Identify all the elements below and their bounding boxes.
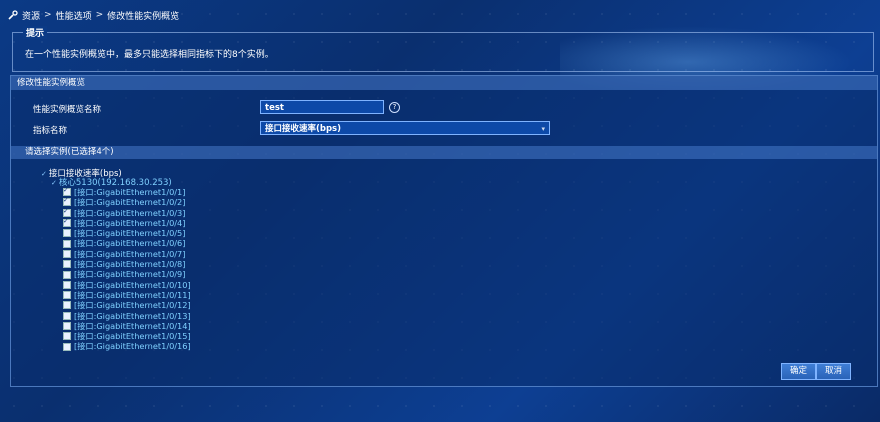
checkbox[interactable] [63, 291, 71, 300]
tip-legend: 提示 [23, 26, 48, 39]
interface-label: [接口:GigabitEthernet1/0/3] [74, 207, 186, 218]
list-item[interactable]: [接口:GigabitEthernet1/0/13] [63, 311, 191, 321]
wrench-icon [8, 10, 18, 20]
list-item[interactable]: [接口:GigabitEthernet1/0/15] [63, 331, 191, 341]
list-item[interactable]: [接口:GigabitEthernet1/0/7] [63, 249, 191, 259]
interface-label: [接口:GigabitEthernet1/0/16] [74, 341, 191, 352]
list-item[interactable]: [接口:GigabitEthernet1/0/14] [63, 321, 191, 331]
interface-label: [接口:GigabitEthernet1/0/6] [74, 238, 186, 249]
list-item[interactable]: [接口:GigabitEthernet1/0/10] [63, 280, 191, 290]
edit-panel: 修改性能实例概览 性能实例概览名称 test ? 指标名称 接口接收速率(bps… [10, 75, 878, 387]
metric-select[interactable]: 接口接收速率(bps) ▾ [260, 121, 550, 135]
breadcrumb-item-current: 修改性能实例概览 [107, 11, 180, 22]
interface-label: [接口:GigabitEthernet1/0/13] [74, 310, 191, 321]
breadcrumb-separator: > [44, 10, 52, 20]
list-item[interactable]: [接口:GigabitEthernet1/0/1] [63, 185, 191, 197]
checkbox[interactable] [63, 342, 71, 351]
name-input[interactable]: test [260, 100, 384, 114]
interface-label: [接口:GigabitEthernet1/0/7] [74, 248, 186, 259]
interface-label: [接口:GigabitEthernet1/0/8] [74, 259, 186, 270]
list-item[interactable]: [接口:GigabitEthernet1/0/9] [63, 269, 191, 279]
breadcrumb-separator: > [95, 10, 104, 20]
checkbox[interactable] [63, 332, 71, 341]
checkbox[interactable] [63, 322, 71, 330]
checkmark-icon: ✓ [51, 179, 57, 187]
list-item[interactable]: [接口:GigabitEthernet1/0/3] [63, 206, 191, 218]
instance-tree[interactable]: ✓接口接收速率(bps) ✓核心5130(192.168.30.253) [接口… [21, 161, 867, 353]
interface-label: [接口:GigabitEthernet1/0/4] [74, 217, 186, 228]
cancel-button[interactable]: 取消 [816, 363, 852, 380]
interface-label: [接口:GigabitEthernet1/0/14] [74, 320, 191, 331]
checkbox[interactable] [63, 270, 71, 279]
list-item[interactable]: [接口:GigabitEthernet1/0/4] [63, 216, 191, 228]
chevron-down-icon: ▾ [541, 125, 545, 133]
breadcrumb-item-resources[interactable]: 资源 [22, 9, 40, 22]
checkbox[interactable] [63, 311, 71, 320]
checkbox[interactable] [63, 280, 71, 289]
interface-label: [接口:GigabitEthernet1/0/10] [74, 279, 191, 290]
interface-label: [接口:GigabitEthernet1/0/11] [74, 289, 191, 300]
interface-label: [接口:GigabitEthernet1/0/9] [74, 269, 186, 280]
ok-button[interactable]: 确定 [781, 363, 817, 380]
metric-select-value: 接口接收速率(bps) [265, 124, 341, 134]
tip-text: 在一个性能实例概览中，最多只能选择相同指标下的8个实例。 [25, 50, 274, 60]
interface-list: [接口:GigabitEthernet1/0/1] [接口:GigabitEth… [63, 185, 191, 352]
list-item[interactable]: [接口:GigabitEthernet1/0/11] [63, 290, 191, 300]
interface-label: [接口:GigabitEthernet1/0/2] [74, 197, 186, 208]
breadcrumb: 资源 > 性能选项 > 修改性能实例概览 [8, 8, 179, 22]
list-item[interactable]: [接口:GigabitEthernet1/0/6] [63, 238, 191, 248]
list-item[interactable]: [接口:GigabitEthernet1/0/5] [63, 228, 191, 238]
checkbox[interactable] [63, 249, 71, 258]
help-icon[interactable]: ? [389, 102, 400, 113]
panel-title: 修改性能实例概览 [11, 76, 877, 90]
breadcrumb-item-performance-options[interactable]: 性能选项 [56, 9, 92, 22]
instances-header: 请选择实例(已选择4个) [11, 146, 877, 159]
interface-label: [接口:GigabitEthernet1/0/5] [74, 228, 186, 239]
checkbox[interactable] [63, 229, 71, 238]
list-item[interactable]: [接口:GigabitEthernet1/0/12] [63, 300, 191, 310]
list-item[interactable]: [接口:GigabitEthernet1/0/16] [63, 341, 191, 351]
checkbox[interactable] [63, 216, 71, 228]
metric-label: 指标名称 [33, 126, 68, 136]
checkbox[interactable] [63, 239, 71, 248]
interface-label: [接口:GigabitEthernet1/0/12] [74, 300, 191, 311]
interface-label: [接口:GigabitEthernet1/0/15] [74, 331, 191, 342]
list-item[interactable]: [接口:GigabitEthernet1/0/2] [63, 195, 191, 208]
tip-box: 提示 在一个性能实例概览中，最多只能选择相同指标下的8个实例。 [12, 26, 874, 72]
checkmark-icon: ✓ [41, 170, 47, 178]
list-item[interactable]: [接口:GigabitEthernet1/0/8] [63, 259, 191, 269]
checkbox[interactable] [63, 301, 71, 310]
interface-label: [接口:GigabitEthernet1/0/1] [74, 187, 186, 197]
name-label: 性能实例概览名称 [33, 105, 102, 115]
checkbox[interactable] [63, 260, 71, 269]
